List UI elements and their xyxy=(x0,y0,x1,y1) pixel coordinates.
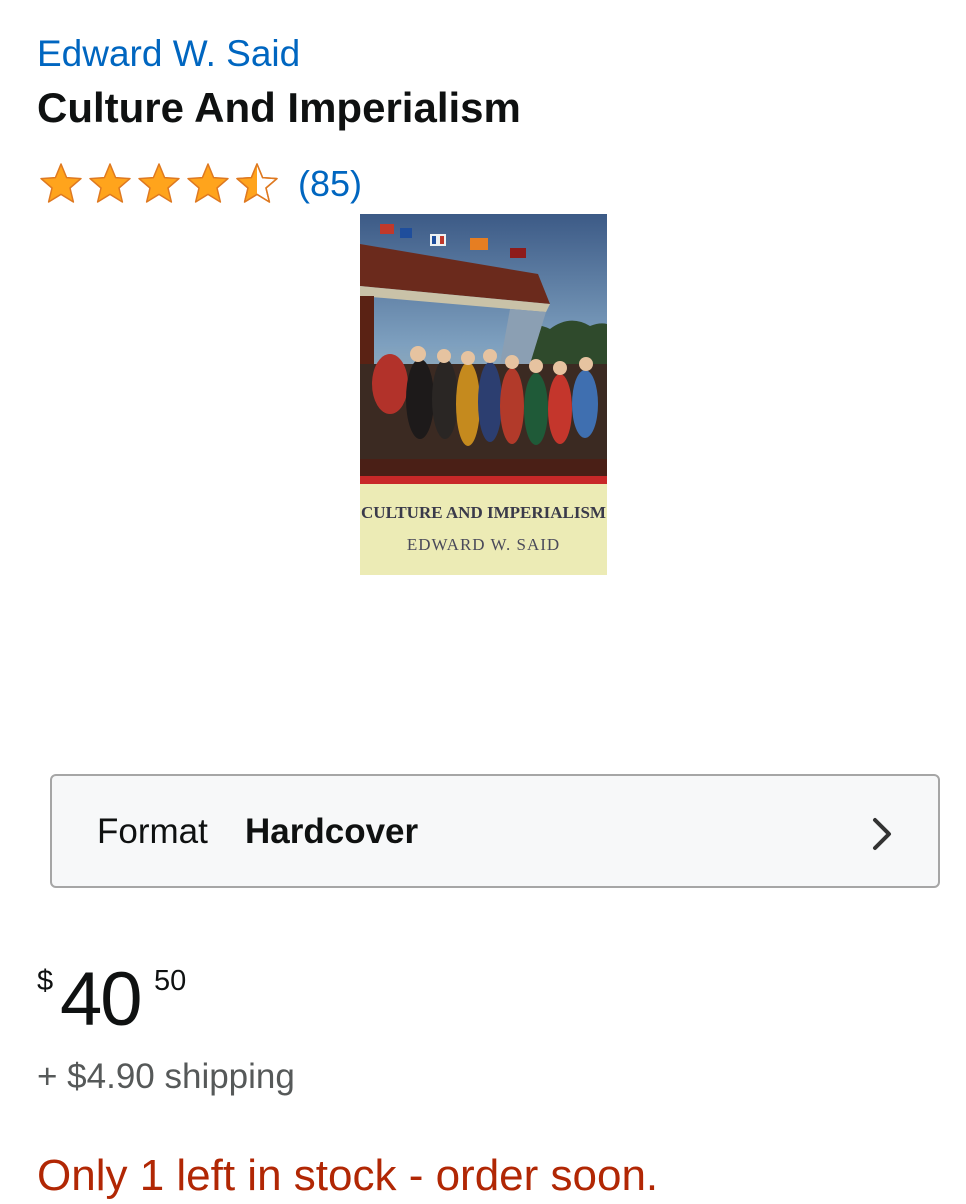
star-full-icon xyxy=(89,163,131,203)
product-title: Culture And Imperialism xyxy=(37,84,521,131)
shipping-cost: + $4.90 shipping xyxy=(37,1057,295,1096)
price-currency-symbol: $ xyxy=(37,965,54,997)
book-cover-image[interactable]: CULTURE AND IMPERIALISM EDWARD W. SAID xyxy=(360,214,607,575)
format-selector[interactable]: Format Hardcover xyxy=(50,774,940,888)
price-fraction: 50 xyxy=(154,965,187,997)
format-label: Format xyxy=(97,812,208,851)
review-count-link[interactable]: (85) xyxy=(298,160,362,208)
star-half-icon xyxy=(236,163,278,203)
price-whole: 40 xyxy=(60,957,143,1042)
star-full-icon xyxy=(187,163,229,203)
rating-row[interactable]: (85) xyxy=(37,160,362,208)
star-full-icon xyxy=(138,163,180,203)
star-full-icon xyxy=(40,163,82,203)
stock-status: Only 1 left in stock - order soon. xyxy=(37,1151,659,1200)
format-value: Hardcover xyxy=(245,812,419,851)
cover-author-text: EDWARD W. SAID xyxy=(407,535,560,554)
chevron-right-icon xyxy=(873,818,891,850)
star-rating[interactable] xyxy=(37,160,281,208)
cover-title-text: CULTURE AND IMPERIALISM xyxy=(361,503,606,522)
author-link[interactable]: Edward W. Said xyxy=(37,30,300,78)
